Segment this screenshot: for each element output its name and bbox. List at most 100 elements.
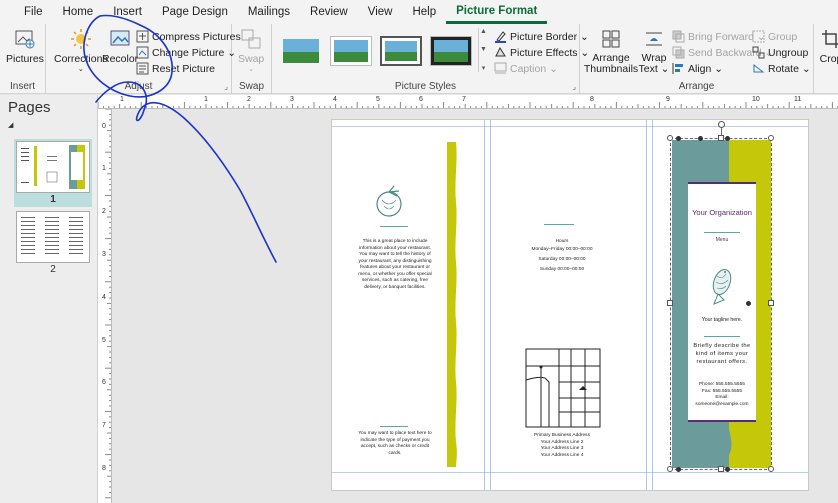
group-label-insert: Insert bbox=[9, 81, 35, 92]
picture-effects-label: Picture Effects ⌄ bbox=[510, 46, 590, 59]
picture-style-1[interactable] bbox=[280, 36, 322, 66]
tab-page-design[interactable]: Page Design bbox=[152, 0, 238, 24]
recolor-label: Recolor bbox=[102, 53, 139, 65]
page-thumbnail-1[interactable] bbox=[16, 141, 90, 193]
caption-button[interactable]: Caption ⌄ bbox=[494, 62, 558, 75]
page-thumbnail-2[interactable] bbox=[16, 211, 90, 263]
group-label-swap: Swap bbox=[238, 81, 264, 92]
swap-button[interactable]: Swap ⌄ bbox=[238, 28, 264, 73]
send-backward-icon bbox=[672, 46, 685, 59]
ruler-v-num: 4 bbox=[102, 294, 106, 301]
resize-handle[interactable] bbox=[718, 466, 724, 472]
adjust-launcher-icon[interactable]: ⌟ bbox=[224, 82, 228, 91]
pages-pane: Pages ◢ 1 2 bbox=[0, 95, 98, 503]
hours-saturday[interactable]: Saturday 00:00–00:00 bbox=[522, 257, 602, 264]
ruler-h-num: 4 bbox=[333, 96, 337, 103]
hours-title[interactable]: Hours bbox=[522, 239, 602, 246]
ruler-v-num: 5 bbox=[102, 337, 106, 344]
panel1-footer-text[interactable]: You may want to place text here to indic… bbox=[358, 431, 432, 457]
corrections-button[interactable]: Corrections ⌄ bbox=[54, 28, 108, 73]
vertical-ruler[interactable]: 0 1 2 3 4 5 6 7 8 bbox=[98, 109, 112, 503]
resize-handle[interactable] bbox=[667, 466, 673, 472]
group-label-adjust: Adjust bbox=[124, 81, 153, 92]
group-handle[interactable] bbox=[676, 467, 681, 472]
rotate-handle-icon[interactable] bbox=[718, 121, 725, 128]
selection-box bbox=[670, 138, 772, 470]
caption-icon bbox=[494, 62, 507, 75]
arrange-thumbnails-button[interactable]: Arrange Thumbnails bbox=[583, 28, 639, 75]
ruler-v-num: 0 bbox=[102, 123, 106, 130]
group-label-arrange: Arrange bbox=[678, 81, 715, 92]
tab-file[interactable]: File bbox=[14, 0, 53, 24]
resize-handle[interactable] bbox=[768, 466, 774, 472]
panel1-body-text[interactable]: This is a great place to include informa… bbox=[356, 239, 434, 291]
map-graphic[interactable] bbox=[525, 348, 601, 428]
align-icon bbox=[672, 62, 685, 75]
resize-handle[interactable] bbox=[768, 135, 774, 141]
group-icon bbox=[752, 30, 765, 43]
margin-guide bbox=[332, 472, 808, 473]
picture-style-4[interactable] bbox=[430, 36, 472, 66]
group-handle[interactable] bbox=[725, 467, 730, 472]
chevron-down-icon[interactable]: ▼ bbox=[480, 46, 487, 53]
change-picture-button[interactable]: Change Picture ⌄ bbox=[136, 46, 236, 59]
tab-mailings[interactable]: Mailings bbox=[238, 0, 300, 24]
more-icon[interactable]: ▾ bbox=[482, 64, 486, 72]
rotate-icon bbox=[752, 62, 765, 75]
tab-home[interactable]: Home bbox=[53, 0, 104, 24]
horizontal-ruler[interactable]: 1 1 2 3 4 5 6 7 8 9 10 11 bbox=[98, 95, 838, 109]
ruler-h-num: 1 bbox=[204, 96, 208, 103]
recolor-button[interactable]: Recolor bbox=[102, 28, 138, 65]
tab-help[interactable]: Help bbox=[402, 0, 446, 24]
ungroup-button[interactable]: Ungroup bbox=[752, 46, 808, 59]
compress-pictures-button[interactable]: Compress Pictures bbox=[136, 30, 241, 43]
picture-border-button[interactable]: Picture Border ⌄ bbox=[494, 30, 589, 43]
styles-launcher-icon[interactable]: ⌟ bbox=[572, 82, 576, 91]
ruler-h-num: 11 bbox=[794, 96, 802, 103]
group-picture-styles: ▲ ▼ ▾ Picture Border ⌄ Picture Effects ⌄ C… bbox=[272, 24, 589, 94]
pictures-button[interactable]: Pictures bbox=[6, 28, 44, 65]
group-handle[interactable] bbox=[725, 136, 730, 141]
group-handle[interactable] bbox=[698, 136, 703, 141]
group-label-picture-styles: Picture Styles bbox=[394, 81, 457, 92]
tab-picture-format[interactable]: Picture Format bbox=[446, 0, 548, 24]
crop-button[interactable]: Crop bbox=[818, 28, 838, 65]
picture-effects-button[interactable]: Picture Effects ⌄ bbox=[494, 46, 589, 59]
business-address[interactable]: Primary Business Address Your Address Li… bbox=[522, 433, 602, 459]
separator-line bbox=[380, 426, 408, 427]
tab-view[interactable]: View bbox=[358, 0, 403, 24]
swap-icon bbox=[238, 28, 264, 50]
document-canvas[interactable]: This is a great place to include informa… bbox=[112, 109, 838, 503]
picture-style-3[interactable] bbox=[380, 36, 422, 66]
align-button[interactable]: Align ⌄ bbox=[672, 62, 723, 75]
ruler-h-num: 1 bbox=[120, 96, 124, 103]
reset-picture-label: Reset Picture bbox=[152, 62, 216, 75]
resize-handle[interactable] bbox=[667, 135, 673, 141]
separator-line bbox=[380, 226, 408, 227]
chevron-up-icon[interactable]: ▲ bbox=[480, 28, 487, 35]
thumbnails-icon bbox=[598, 28, 624, 50]
effects-icon bbox=[494, 46, 507, 59]
ruler-h-num: 7 bbox=[462, 96, 466, 103]
hours-weekday[interactable]: Monday–Friday 00:00–00:00 bbox=[522, 247, 602, 254]
resize-handle[interactable] bbox=[667, 300, 673, 306]
reset-picture-button[interactable]: Reset Picture bbox=[136, 62, 215, 75]
picture-style-2[interactable] bbox=[330, 36, 372, 66]
tab-insert[interactable]: Insert bbox=[103, 0, 152, 24]
hours-sunday[interactable]: Sunday 00:00–00:00 bbox=[522, 267, 602, 274]
tomato-icon bbox=[376, 185, 402, 217]
group-handle[interactable] bbox=[676, 136, 681, 141]
group-handle[interactable] bbox=[746, 301, 751, 306]
resize-handle[interactable] bbox=[768, 300, 774, 306]
tab-review[interactable]: Review bbox=[300, 0, 358, 24]
group-button[interactable]: Group bbox=[752, 30, 797, 43]
wrap-text-button[interactable]: Wrap Text ⌄ bbox=[638, 28, 670, 75]
styles-gallery-scroll[interactable]: ▲ ▼ ▾ bbox=[478, 28, 488, 72]
collapse-triangle-icon[interactable]: ◢ bbox=[8, 121, 13, 129]
brochure-page[interactable]: This is a great place to include informa… bbox=[331, 119, 809, 491]
ruler-v-num: 3 bbox=[102, 251, 106, 258]
rotate-button[interactable]: Rotate ⌄ bbox=[752, 62, 811, 75]
compress-icon bbox=[136, 30, 149, 43]
arrange-thumbnails-label: Arrange Thumbnails bbox=[583, 52, 639, 75]
crop-icon bbox=[818, 28, 838, 50]
